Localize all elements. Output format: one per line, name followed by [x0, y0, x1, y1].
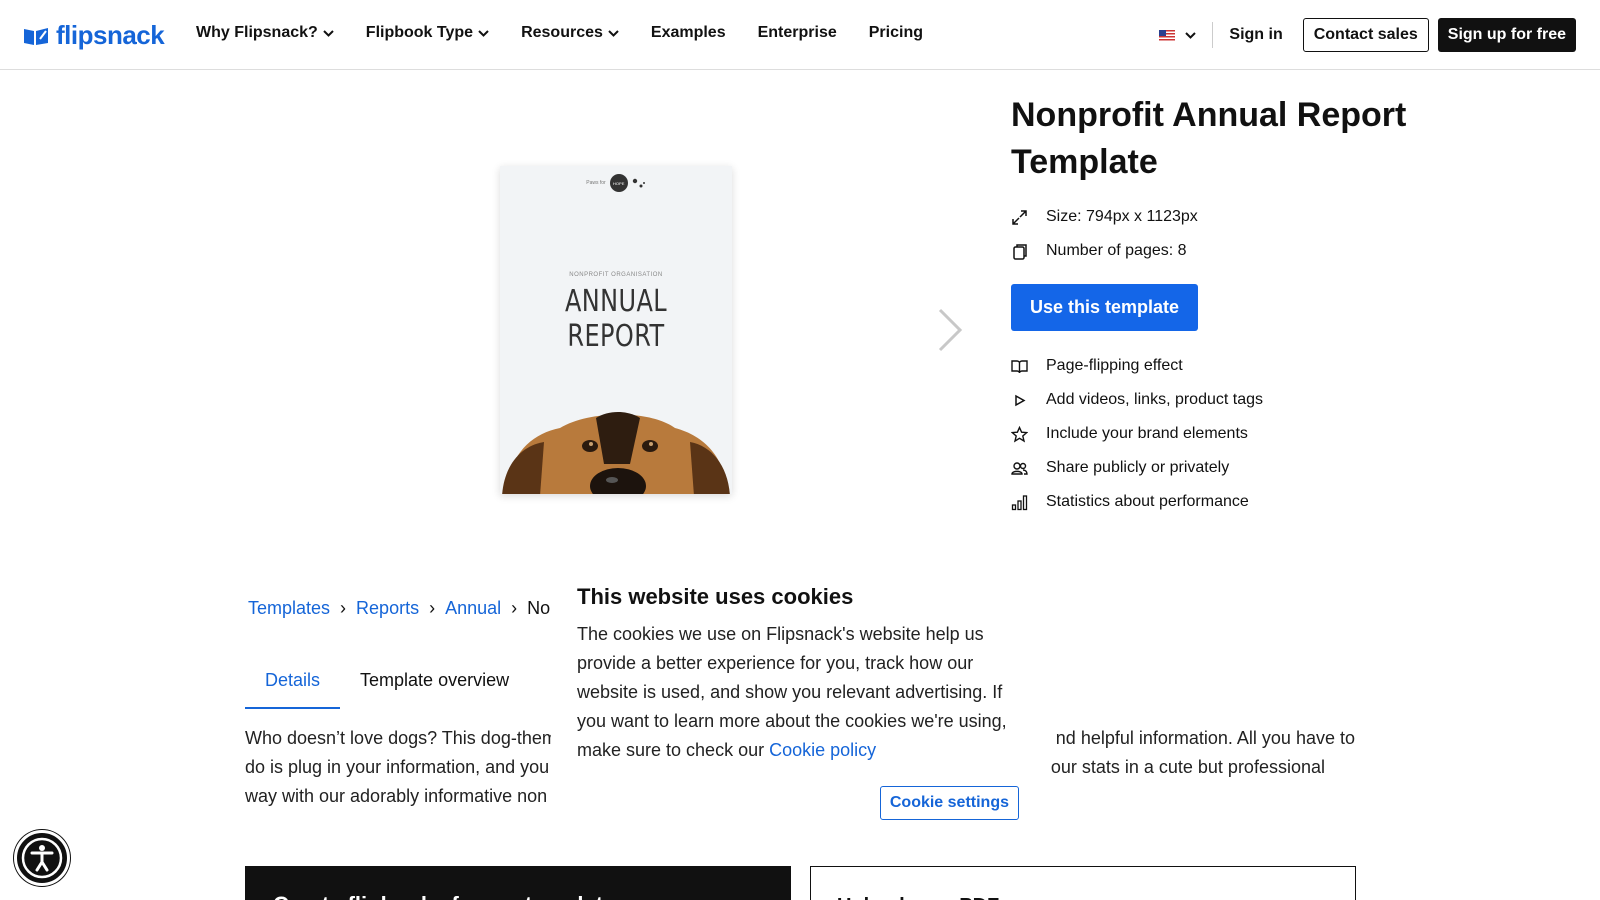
cover-title: ANNUAL REPORT — [564, 284, 668, 354]
template-info: Nonprofit Annual Report Template Size: 7… — [1011, 92, 1431, 519]
desc-text: your stats in a cute but professional — [1041, 757, 1325, 777]
pages-text: Number of pages: 8 — [1046, 242, 1187, 259]
feature-label: Add videos, links, product tags — [1046, 391, 1264, 408]
breadcrumb: Templates › Reports › Annual › Nor — [248, 598, 556, 619]
size-text: Size: 794px x 1123px — [1046, 208, 1198, 225]
feature-item: Add videos, links, product tags — [1011, 383, 1431, 417]
desc-text: Who doesn’t love dogs? This dog-them — [245, 728, 557, 748]
accessibility-button[interactable] — [14, 830, 70, 886]
sign-up-button[interactable]: Sign up for free — [1437, 18, 1576, 52]
use-template-button[interactable]: Use this template — [1011, 284, 1199, 331]
cover-logo: HOPE — [609, 174, 628, 192]
next-page-chevron-icon[interactable] — [936, 308, 964, 352]
chevron-down-icon — [608, 29, 619, 37]
tab-details[interactable]: Details — [245, 656, 341, 709]
expand-icon — [1012, 209, 1027, 225]
site-header: flipsnack Why Flipsnack? Flipbook Type R… — [0, 0, 1600, 70]
contact-sales-button[interactable]: Contact sales — [1302, 18, 1429, 52]
breadcrumb-separator: › — [511, 598, 518, 618]
desc-text: do is plug in your information, and you — [245, 757, 550, 777]
logo-icon — [24, 27, 48, 45]
cover-brand-text: Paws for — [586, 180, 606, 186]
chevron-down-icon — [323, 29, 334, 37]
template-title: Nonprofit Annual Report Template — [1011, 96, 1407, 181]
feature-item: Share publicly or privately — [1011, 451, 1431, 485]
chevron-down-icon — [1185, 31, 1197, 39]
feature-list: Page-flipping effect Add videos, links, … — [1011, 349, 1431, 519]
language-selector[interactable] — [1159, 22, 1214, 48]
breadcrumb-separator: › — [340, 598, 347, 618]
upload-pdf-box[interactable]: Upload your PDF — [810, 866, 1356, 900]
nav-examples[interactable]: Examples — [651, 24, 726, 42]
desc-text: nd helpful information. All you have to — [1055, 728, 1355, 748]
feature-item: Include your brand elements — [1011, 417, 1431, 451]
sign-in-link[interactable]: Sign in — [1229, 26, 1282, 44]
us-flag-icon — [1159, 29, 1176, 41]
nav-label: Enterprise — [757, 24, 837, 41]
chevron-down-icon — [478, 29, 489, 37]
cookie-banner: This website uses cookies The cookies we… — [551, 568, 1051, 850]
template-cover-preview[interactable]: Paws for HOPE NONPROFIT ORGANISATION ANN… — [500, 166, 732, 494]
cookie-policy-link[interactable]: Cookie policy — [769, 740, 876, 760]
logo-text: flipsnack — [56, 20, 165, 50]
main-nav: Why Flipsnack? Flipbook Type Resources E… — [196, 24, 923, 42]
feature-label: Share publicly or privately — [1046, 459, 1230, 476]
accessibility-icon — [21, 837, 63, 879]
header-actions: Sign in Contact sales Sign up for free — [1159, 18, 1576, 52]
cookie-title: This website uses cookies — [577, 584, 854, 609]
breadcrumb-templates[interactable]: Templates — [248, 598, 330, 619]
desc-text: way with our adorably informative non — [245, 786, 548, 806]
nav-enterprise[interactable]: Enterprise — [758, 24, 837, 42]
nav-label: Flipbook Type — [365, 24, 474, 41]
feature-item: Page-flipping effect — [1011, 349, 1431, 383]
paw-dots-icon — [632, 178, 645, 188]
feature-label: Include your brand elements — [1046, 425, 1248, 442]
breadcrumb-annual[interactable]: Annual — [445, 598, 501, 619]
nav-label: Resources — [521, 24, 603, 41]
cookie-settings-button[interactable]: Cookie settings — [879, 786, 1019, 820]
nav-why-flipsnack[interactable]: Why Flipsnack? — [196, 24, 334, 42]
cover-brand: Paws for HOPE — [500, 174, 732, 192]
play-icon — [1015, 394, 1026, 406]
tab-template-overview[interactable]: Template overview — [340, 656, 529, 709]
nav-label: Pricing — [868, 24, 923, 41]
cookie-text: The cookies we use on Flipsnack's websit… — [577, 620, 1025, 765]
detail-tabs: Details Template overview — [245, 656, 529, 709]
book-icon — [1011, 359, 1028, 373]
feature-item: Statistics about performance — [1011, 485, 1431, 519]
nav-flipbook-type[interactable]: Flipbook Type — [366, 24, 489, 42]
breadcrumb-reports[interactable]: Reports — [356, 598, 419, 619]
nav-resources[interactable]: Resources — [521, 24, 619, 42]
feature-label: Page-flipping effect — [1046, 357, 1183, 374]
pages-icon — [1013, 243, 1027, 260]
dog-photo — [502, 412, 730, 494]
people-icon — [1011, 461, 1028, 475]
star-icon — [1011, 425, 1028, 442]
bar-chart-icon — [1011, 494, 1028, 510]
create-flipbook-box[interactable]: Create flipbooks from a template — [245, 866, 791, 900]
nav-label: Why Flipsnack? — [196, 24, 318, 41]
nav-pricing[interactable]: Pricing — [869, 24, 923, 42]
cover-subtitle: NONPROFIT ORGANISATION — [569, 272, 663, 278]
template-size: Size: 794px x 1123px — [1011, 200, 1431, 234]
template-pages: Number of pages: 8 — [1011, 234, 1431, 268]
flipsnack-logo[interactable]: flipsnack — [22, 20, 165, 51]
breadcrumb-separator: › — [429, 598, 436, 618]
nav-label: Examples — [650, 24, 726, 41]
feature-label: Statistics about performance — [1046, 493, 1249, 510]
